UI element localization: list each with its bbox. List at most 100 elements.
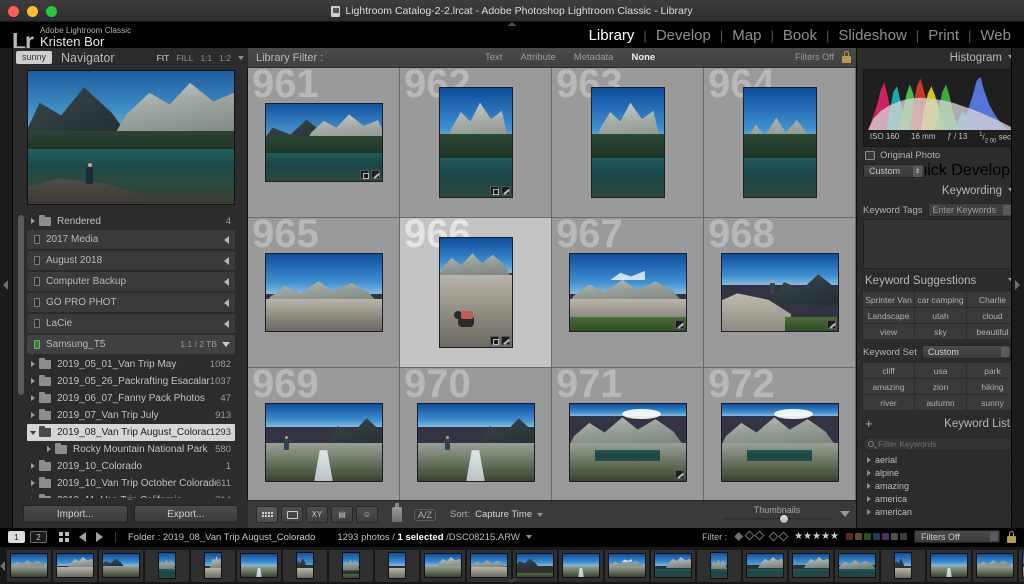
keyword-twisty-icon[interactable]: [863, 468, 875, 478]
navigation-arrows[interactable]: [79, 532, 103, 542]
grid-view-icon[interactable]: [256, 506, 278, 523]
filmstrip[interactable]: [0, 546, 1024, 584]
keyword-list-item[interactable]: alpine 1: [863, 466, 1018, 479]
filters-preset-select[interactable]: Filters Off: [914, 530, 1000, 543]
volume-row-2017-media[interactable]: 2017 Media: [27, 230, 235, 249]
collapse-left-panel-icon[interactable]: [3, 280, 8, 290]
keyword-set-chip[interactable]: usa: [915, 363, 966, 378]
sort-value[interactable]: Capture Time: [475, 509, 532, 520]
photo-thumbnail[interactable]: [568, 403, 687, 482]
star-rating-filter[interactable]: ★★★★★: [794, 531, 839, 542]
develop-badge-icon[interactable]: [826, 320, 836, 329]
keyword-set-chip[interactable]: autumn: [915, 395, 966, 410]
photo-thumbnail[interactable]: [720, 403, 839, 482]
keyword-list-items[interactable]: aerial 1 alpine 1 amazing 1 america 1 am…: [863, 453, 1018, 518]
top-panel-grip[interactable]: [507, 22, 517, 26]
filter-tab-none[interactable]: None: [622, 51, 664, 64]
flag-filter-icons[interactable]: [734, 530, 765, 541]
grid-view-toggle-icon[interactable]: [59, 532, 69, 542]
folder-scrollbar[interactable]: [18, 215, 24, 395]
slider-knob[interactable]: [779, 514, 790, 524]
keyword-filter-input[interactable]: Filter Keywords: [863, 436, 1013, 451]
color-label-purple[interactable]: [882, 533, 889, 540]
loupe-view-icon[interactable]: [281, 506, 303, 523]
import-button[interactable]: Import...: [23, 505, 128, 523]
slider-track[interactable]: [722, 514, 832, 524]
grid-cell[interactable]: 964: [704, 68, 856, 218]
folder-twisty-icon[interactable]: [27, 359, 39, 370]
volume-collapse-icon[interactable]: [224, 278, 229, 286]
grid-cell[interactable]: 968: [704, 218, 856, 368]
folder-row[interactable]: 2019_10_Colorado 1: [27, 458, 235, 475]
filmstrip-item[interactable]: [927, 549, 971, 582]
filmstrip-item[interactable]: [283, 549, 327, 582]
zoom-fill[interactable]: FILL: [176, 53, 193, 63]
right-panel-gutter[interactable]: [1011, 48, 1024, 528]
zoom-dropdown-icon[interactable]: [238, 56, 244, 60]
folder-twisty-icon[interactable]: [27, 427, 39, 438]
thumbnail-grid[interactable]: 961 962 963 964 965 966 967 968 969 970 …: [248, 68, 856, 518]
folder-row-rendered[interactable]: Rendered 4: [27, 213, 235, 230]
keyword-twisty-icon[interactable]: [863, 481, 875, 491]
keyword-set-chip[interactable]: zion: [915, 379, 966, 394]
filmstrip-item[interactable]: [421, 549, 465, 582]
zoom-1-2[interactable]: 1:2: [219, 53, 231, 63]
keyword-suggestion-chip[interactable]: car camping: [915, 292, 966, 307]
grid-toolbar[interactable]: XY ▤ ☺ A/Z Sort: Capture Time Thumbnails: [248, 500, 856, 528]
grid-cell[interactable]: 969: [248, 368, 400, 518]
crop-badge-icon[interactable]: [489, 336, 499, 345]
people-view-icon[interactable]: ☺: [356, 506, 378, 523]
spray-can-icon[interactable]: [392, 503, 402, 522]
keyword-suggestion-chip[interactable]: sky: [915, 324, 966, 339]
navigator-preview[interactable]: [27, 70, 235, 205]
keyword-tags-row[interactable]: Keyword Tags Enter Keywords: [857, 200, 1024, 217]
volume-row-samsung-t5[interactable]: Samsung_T5 1.1 / 2 TB: [27, 335, 235, 354]
keyword-set-header[interactable]: Keyword Set Custom: [857, 343, 1024, 361]
keyword-suggestion-chip[interactable]: utah: [915, 308, 966, 323]
filmstrip-item[interactable]: [53, 549, 97, 582]
filmstrip-status-bar[interactable]: 1 2 Folder : 2019_08_Van Trip August_Col…: [0, 528, 1024, 546]
sort-dropdown-icon[interactable]: [537, 512, 544, 517]
volume-row-computer-backup[interactable]: Computer Backup: [27, 272, 235, 291]
folder-row-selected[interactable]: 2019_08_Van Trip August_Colorado 1293: [27, 424, 235, 441]
zoom-1-1[interactable]: 1:1: [200, 53, 212, 63]
filmstrip-item[interactable]: [237, 549, 281, 582]
keyword-suggestions-header[interactable]: Keyword Suggestions: [857, 271, 1024, 290]
previous-photo-icon[interactable]: [79, 532, 86, 542]
sort-control[interactable]: Sort: Capture Time: [450, 509, 544, 520]
keyword-suggestion-chip[interactable]: Landscape: [863, 308, 914, 323]
unedited-filter-icon[interactable]: [778, 531, 789, 542]
volume-collapse-icon[interactable]: [224, 320, 229, 328]
folder-twisty-icon[interactable]: [27, 393, 39, 404]
filmstrip-item[interactable]: [145, 549, 189, 582]
grid-cell[interactable]: 965: [248, 218, 400, 368]
folder-row[interactable]: 2019_05_26_Packrafting Esacalante 1037: [27, 373, 235, 390]
compare-view-icon[interactable]: XY: [306, 506, 328, 523]
library-filter-tabs[interactable]: Text Attribute Metadata None: [476, 51, 664, 64]
module-print[interactable]: Print: [919, 27, 968, 44]
original-photo-toggle[interactable]: Original Photo: [865, 150, 1016, 161]
toolbar-options-icon[interactable]: [840, 511, 850, 517]
keyword-entry-box[interactable]: [863, 219, 1018, 269]
thumbnail-size-slider[interactable]: Thumbnails: [722, 505, 832, 524]
filmstrip-item[interactable]: [329, 549, 373, 582]
keyword-tags-select[interactable]: Enter Keywords: [927, 203, 1013, 217]
filter-tab-attribute[interactable]: Attribute: [511, 51, 564, 64]
color-label-blue[interactable]: [873, 533, 880, 540]
folder-row[interactable]: 2019_05_01_Van Trip May 1082: [27, 356, 235, 373]
histogram-header[interactable]: Histogram: [857, 48, 1024, 67]
color-label-green[interactable]: [864, 533, 871, 540]
next-photo-icon[interactable]: [96, 532, 103, 542]
quick-develop-header[interactable]: Custom ⇕ Quick Develop: [857, 161, 1024, 181]
folder-twisty-icon[interactable]: [43, 444, 55, 455]
grid-cell[interactable]: 962: [400, 68, 552, 218]
library-filter-bar[interactable]: Library Filter : Text Attribute Metadata…: [248, 48, 856, 68]
thumbnail-badges[interactable]: [674, 320, 684, 329]
filmstrip-item[interactable]: [99, 549, 143, 582]
thumbnail-badges[interactable]: [359, 170, 380, 179]
color-label-none[interactable]: [891, 533, 898, 540]
second-window-button[interactable]: 2: [30, 531, 47, 543]
thumbnail-badges[interactable]: [826, 320, 836, 329]
keyword-filter-row[interactable]: Filter Keywords: [863, 436, 1018, 451]
develop-badge-icon[interactable]: [500, 336, 510, 345]
